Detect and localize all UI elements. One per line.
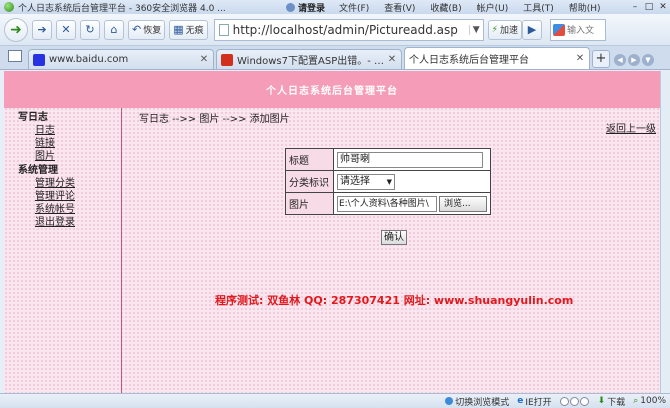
- minimize-icon[interactable]: –: [628, 2, 642, 12]
- tab-navigation: ◀ ▶ ▼: [614, 54, 656, 66]
- add-picture-form: 标题 帅哥喇 分类标识 请选择 ▼ 图片 E:\个人资料\各种图片\ 浏览...: [285, 148, 491, 215]
- page-banner: 个人日志系统后台管理平台: [4, 71, 660, 108]
- status-bar: 切换浏览模式 e IE打开 ⬇ 下载 ⌕ 100%: [0, 393, 670, 408]
- arrow-right-icon: ➔: [37, 23, 47, 36]
- page-title: 个人日志系统后台管理平台: [266, 86, 398, 97]
- file-path-input[interactable]: E:\个人资料\各种图片\: [337, 195, 437, 212]
- arrow-left-icon: ➜: [10, 21, 22, 38]
- tab-scroll-left-icon[interactable]: ◀: [614, 54, 626, 66]
- main-content: 写日志 -->> 图片 -->> 添加图片 返回上一级 标题 帅哥喇 分类标识 …: [139, 108, 660, 393]
- forward-button[interactable]: ➔: [32, 19, 52, 40]
- ie-open-button[interactable]: e IE打开: [517, 395, 551, 408]
- sidebar-item-diary[interactable]: 日志: [35, 124, 121, 137]
- tab-windows7[interactable]: Windows7下配置ASP出错。- W... ✕: [216, 49, 402, 69]
- credit-text: 程序测试: 双鱼林 QQ: 287307421 网址: www.shuangyu…: [215, 294, 574, 307]
- sidebar-item-accounts[interactable]: 系统帐号: [35, 203, 121, 216]
- category-select[interactable]: 请选择 ▼: [337, 173, 395, 190]
- browser-logo-icon: [4, 2, 14, 12]
- title-label: 标题: [285, 148, 334, 171]
- tab-scroll-right-icon[interactable]: ▶: [628, 54, 640, 66]
- menu-bar: 文件(F) 查看(V) 收藏(B) 帐户(U) 工具(T) 帮助(H): [339, 1, 616, 14]
- breadcrumb: 写日志 -->> 图片 -->> 添加图片: [139, 114, 290, 125]
- tab-close-icon[interactable]: ✕: [575, 53, 585, 64]
- admin-sidebar: 写日志 日志 链接 图片 系统管理 管理分类 管理评论 系统帐号 退出登录: [4, 108, 122, 393]
- window-title: 个人日志系统后台管理平台 - 360安全浏览器 4.0 ...: [18, 3, 226, 14]
- tab-close-icon[interactable]: ✕: [387, 54, 397, 65]
- browse-button[interactable]: 浏览...: [439, 195, 487, 212]
- web-page: 个人日志系统后台管理平台 写日志 日志 链接 图片 系统管理 管理分类 管理评论…: [4, 71, 660, 393]
- home-icon: ⌂: [110, 23, 118, 36]
- sidebar-item-categories[interactable]: 管理分类: [35, 177, 121, 190]
- title-input[interactable]: 帅哥喇: [337, 151, 483, 168]
- sidebar-item-comments[interactable]: 管理评论: [35, 190, 121, 203]
- baidu-icon: [33, 53, 45, 66]
- tab-admin[interactable]: 个人日志系统后台管理平台 ✕: [4, 47, 590, 129]
- menu-help[interactable]: 帮助(H): [569, 1, 601, 14]
- refresh-button[interactable]: ↻: [80, 19, 100, 40]
- sidebar-item-logout[interactable]: 退出登录: [35, 216, 121, 229]
- tab-close-icon[interactable]: ✕: [199, 54, 209, 65]
- toggle-icon: [559, 396, 569, 406]
- submit-button[interactable]: 确认: [381, 230, 407, 245]
- address-bar[interactable]: http://localhost/admin/Pictureadd.asp ▼: [213, 18, 484, 41]
- ads-block-button[interactable]: ▦ 无痕: [169, 19, 208, 40]
- image-label: 图片: [285, 192, 334, 215]
- stop-button[interactable]: ✕: [56, 19, 76, 40]
- address-text: http://localhost/admin/Pictureadd.asp: [232, 22, 458, 37]
- globe-icon: [445, 397, 454, 405]
- file-upload: E:\个人资料\各种图片\ 浏览...: [337, 195, 487, 212]
- address-dropdown-icon[interactable]: ▼: [468, 24, 483, 35]
- windows-icon: [221, 53, 233, 66]
- new-tab-button[interactable]: +: [592, 50, 610, 68]
- download-icon: ⬇: [597, 396, 606, 406]
- tab-bar: www.baidu.com ✕ Windows7下配置ASP出错。- W... …: [0, 46, 670, 129]
- toggle-icon: [569, 396, 579, 406]
- browser-toolbar: ➜ ➔ ✕ ↻ ⌂ ↶ 恢复 ▦ 无痕 http://localhost/admin…: [0, 14, 670, 46]
- status-toggles[interactable]: [559, 396, 590, 406]
- sidebar-section-system: 系统管理: [18, 165, 58, 176]
- restore-icon: ↶: [132, 23, 142, 36]
- chevron-down-icon: ▼: [386, 177, 392, 186]
- user-icon: [286, 2, 295, 12]
- refresh-icon: ↻: [85, 23, 95, 36]
- switch-mode-button[interactable]: 切换浏览模式: [445, 395, 509, 408]
- menu-view[interactable]: 查看(V): [384, 1, 415, 14]
- menu-tools[interactable]: 工具(T): [523, 1, 554, 14]
- tab-baidu[interactable]: www.baidu.com ✕: [28, 49, 214, 69]
- restore-button[interactable]: ↶ 恢复: [128, 19, 166, 40]
- magnifier-icon: ⌕: [633, 396, 639, 406]
- window-controls: – □ ✕: [628, 2, 670, 12]
- sidebar-section-write: 写日志: [18, 112, 48, 123]
- search-input[interactable]: 输入文: [550, 18, 606, 41]
- home-button[interactable]: ⌂: [104, 19, 124, 40]
- page-scrollbar[interactable]: [660, 71, 670, 393]
- ie-icon: e: [517, 396, 524, 406]
- sidebar-item-links[interactable]: 链接: [35, 137, 121, 150]
- sidebar-item-pictures[interactable]: 图片: [35, 150, 121, 163]
- window-title-bar: 个人日志系统后台管理平台 - 360安全浏览器 4.0 ... 请登录 文件(F…: [0, 0, 670, 14]
- sidebar-panel-icon[interactable]: [8, 49, 22, 62]
- search-engine-icon: [553, 23, 565, 36]
- category-label: 分类标识: [285, 170, 334, 193]
- close-window-icon[interactable]: ✕: [656, 2, 670, 12]
- download-button[interactable]: ⬇ 下载: [598, 395, 626, 408]
- login-link[interactable]: 请登录: [286, 1, 325, 14]
- menu-favorites[interactable]: 收藏(B): [430, 1, 461, 14]
- zoom-control[interactable]: ⌕ 100%: [633, 396, 666, 406]
- play-icon: ▶: [527, 23, 537, 36]
- shield-icon: ▦: [173, 23, 184, 36]
- close-icon: ✕: [61, 23, 71, 36]
- menu-account[interactable]: 帐户(U): [477, 1, 509, 14]
- toggle-icon: [579, 396, 589, 406]
- maximize-icon[interactable]: □: [642, 2, 656, 12]
- page-icon: [218, 23, 229, 36]
- menu-file[interactable]: 文件(F): [339, 1, 369, 14]
- accelerate-button[interactable]: ⚡ 加速: [487, 19, 522, 40]
- tab-list-icon[interactable]: ▼: [642, 54, 654, 66]
- back-button[interactable]: ➜: [4, 17, 28, 42]
- lightning-icon: ⚡: [491, 24, 498, 35]
- back-link[interactable]: 返回上一级: [606, 120, 656, 135]
- play-button[interactable]: ▶: [522, 19, 542, 40]
